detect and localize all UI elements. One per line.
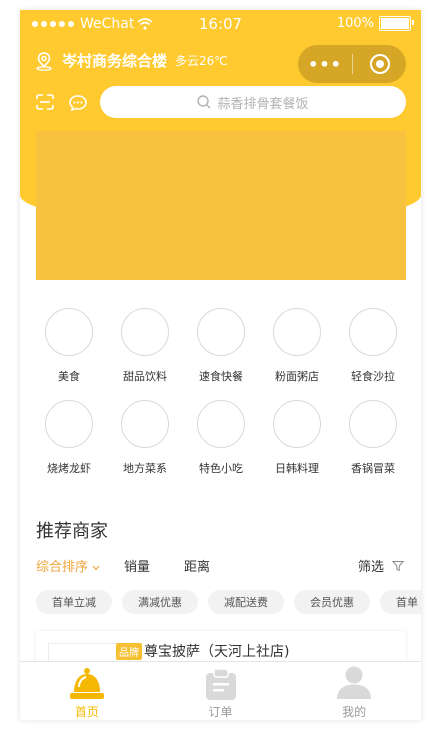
brand-badge: 品牌 [116,643,142,660]
sort-comprehensive[interactable]: 综合排序 [36,556,100,575]
category-icon [45,308,93,356]
sort-bar: 综合排序 销量 距离 筛选 [36,556,406,578]
search-icon [197,95,211,109]
promo-tag[interactable]: 满减优惠 [122,590,198,614]
category-item[interactable]: 香锅冒菜 [335,400,411,476]
mini-program-capsule: ••• [298,45,406,83]
category-icon [349,308,397,356]
search-placeholder: 蒜香排骨套餐饭 [217,96,309,112]
phone-screen: WeChat 16:07 100% 岑村商务综合楼 多云26℃ ••• 蒜香排骨… [20,10,421,720]
category-item[interactable]: 烧烤龙虾 [31,400,107,476]
filter-button[interactable]: 筛选 [358,556,405,575]
category-icon [349,400,397,448]
tab-orders[interactable]: 订单 [154,662,288,720]
location-pin-icon [36,51,52,71]
promo-tag[interactable]: 减配送费 [208,590,284,614]
category-icon [45,400,93,448]
battery-icon [379,16,414,31]
category-item[interactable]: 地方菜系 [107,400,183,476]
chevron-down-icon [92,565,100,571]
promo-tag[interactable]: 首单 [380,590,421,614]
category-item[interactable]: 甜品饮料 [107,308,183,384]
banner-carousel[interactable] [36,131,406,280]
category-label: 美食 [58,370,80,383]
order-clipboard-icon [205,668,236,700]
target-icon [369,54,390,74]
tab-orders-label: 订单 [208,705,233,719]
bell-icon [69,668,104,699]
tab-bar: 首页 订单 我的 [20,661,421,720]
category-label: 香锅冒菜 [351,462,395,475]
category-item[interactable]: 速食快餐 [183,308,259,384]
close-capsule-button[interactable] [353,53,406,75]
category-label: 速食快餐 [199,370,243,383]
weather-text: 多云26℃ [175,54,228,68]
filter-label: 筛选 [358,560,385,575]
category-label: 地方菜系 [123,462,167,475]
more-button[interactable]: ••• [298,55,352,74]
category-item[interactable]: 美食 [31,308,107,384]
location-bar[interactable]: 岑村商务综合楼 多云26℃ [34,50,228,71]
category-icon [273,308,321,356]
category-label: 特色小吃 [199,462,243,475]
category-label: 轻食沙拉 [351,370,395,383]
tab-mine[interactable]: 我的 [287,662,421,720]
header-icons [36,94,88,112]
category-item[interactable]: 轻食沙拉 [335,308,411,384]
category-icon [273,400,321,448]
promo-tag[interactable]: 首单立减 [36,590,112,614]
sort-sales[interactable]: 销量 [124,556,150,575]
section-title: 推荐商家 [36,521,108,542]
category-icon [121,308,169,356]
category-item[interactable]: 特色小吃 [183,400,259,476]
category-item[interactable]: 日韩料理 [259,400,335,476]
merchant-name: 尊宝披萨（天河上社店) [144,644,290,660]
battery-status: 100% [336,16,414,31]
user-icon [337,666,372,699]
filter-icon [392,560,405,571]
tab-home[interactable]: 首页 [20,662,154,720]
category-label: 烧烤龙虾 [47,462,91,475]
status-bar: WeChat 16:07 100% [20,10,421,40]
message-icon[interactable] [68,94,88,112]
category-icon [121,400,169,448]
location-name: 岑村商务综合楼 [62,52,168,70]
search-input[interactable]: 蒜香排骨套餐饭 [100,86,406,118]
tab-mine-label: 我的 [342,705,367,719]
sort-comprehensive-label: 综合排序 [36,560,89,575]
category-item[interactable]: 粉面粥店 [259,308,335,384]
promo-tag[interactable]: 会员优惠 [294,590,370,614]
category-label: 甜品饮料 [123,370,167,383]
promo-tags: 首单立减 满减优惠 减配送费 会员优惠 首单 [36,590,421,614]
category-icon [197,400,245,448]
battery-percent: 100% [336,16,374,31]
scan-icon[interactable] [36,94,54,110]
sort-distance[interactable]: 距离 [184,556,210,575]
category-label: 粉面粥店 [275,370,319,383]
category-icon [197,308,245,356]
tab-home-label: 首页 [74,705,99,719]
category-label: 日韩料理 [275,462,319,475]
